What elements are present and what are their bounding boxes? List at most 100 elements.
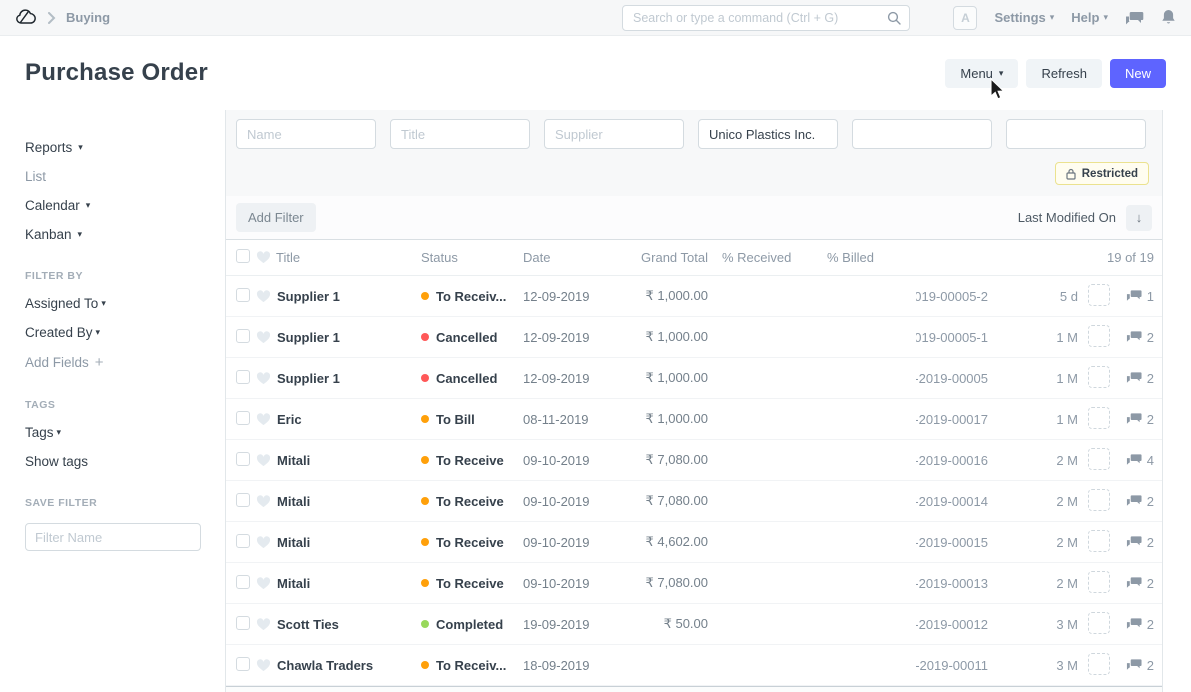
sidebar-item-kanban[interactable]: Kanban▾ [25, 227, 211, 242]
menu-button[interactable]: Menu▾ [945, 59, 1018, 88]
global-search[interactable] [622, 5, 910, 31]
column-title[interactable]: Title [276, 250, 421, 265]
row-comments[interactable]: 2 [1111, 576, 1154, 591]
sidebar-item-tags[interactable]: Tags▾ [25, 425, 211, 440]
row-comments[interactable]: 4 [1111, 453, 1154, 468]
row-title[interactable]: Chawla Traders [276, 658, 421, 673]
row-checkbox[interactable] [236, 411, 250, 425]
row-checkbox[interactable] [236, 452, 250, 466]
refresh-button[interactable]: Refresh [1026, 59, 1102, 88]
row-comments[interactable]: 2 [1111, 658, 1154, 673]
row-checkbox[interactable] [236, 657, 250, 671]
row-title[interactable]: Supplier 1 [276, 289, 421, 304]
assign-avatar-placeholder[interactable] [1088, 407, 1110, 429]
row-comments[interactable]: 1 [1111, 289, 1154, 304]
assign-avatar-placeholder[interactable] [1088, 325, 1110, 347]
list-row[interactable]: Mitali To Receive 09-10-2019 ₹ 7,080.00 … [226, 563, 1162, 604]
notifications-bell-icon[interactable] [1161, 9, 1176, 26]
row-checkbox[interactable] [236, 288, 250, 302]
row-checkbox[interactable] [236, 575, 250, 589]
row-title[interactable]: Eric [276, 412, 421, 427]
like-heart-icon[interactable] [256, 454, 276, 467]
filter-input-5[interactable] [1006, 119, 1146, 149]
row-checkbox[interactable] [236, 534, 250, 548]
like-heart-icon[interactable] [256, 290, 276, 303]
column-billed[interactable]: % Billed [813, 250, 916, 265]
chat-icon[interactable] [1125, 10, 1144, 26]
help-menu[interactable]: Help▾ [1071, 10, 1108, 25]
list-row[interactable]: Mitali To Receive 09-10-2019 ₹ 7,080.00 … [226, 440, 1162, 481]
assign-avatar-placeholder[interactable] [1088, 530, 1110, 552]
row-title[interactable]: Scott Ties [276, 617, 421, 632]
add-filter-button[interactable]: Add Filter [236, 203, 316, 232]
sidebar-item-assigned-to[interactable]: Assigned To▾ [25, 296, 211, 311]
assign-avatar-placeholder[interactable] [1088, 571, 1110, 593]
list-row[interactable]: Supplier 1 Cancelled 12-09-2019 ₹ 1,000.… [226, 317, 1162, 358]
like-heart-icon[interactable] [256, 413, 276, 426]
list-row[interactable]: Supplier 1 To Receiv... 12-09-2019 ₹ 1,0… [226, 276, 1162, 317]
avatar[interactable]: A [953, 6, 977, 30]
assign-avatar-placeholder[interactable] [1088, 366, 1110, 388]
sidebar-item-calendar[interactable]: Calendar▾ [25, 198, 211, 213]
like-heart-icon[interactable] [256, 372, 276, 385]
row-checkbox[interactable] [236, 370, 250, 384]
row-checkbox[interactable] [236, 329, 250, 343]
row-title[interactable]: Mitali [276, 453, 421, 468]
assign-avatar-placeholder[interactable] [1088, 489, 1110, 511]
row-comments[interactable]: 2 [1111, 371, 1154, 386]
filter-input-0[interactable] [236, 119, 376, 149]
column-status[interactable]: Status [421, 250, 523, 265]
row-title[interactable]: Mitali [276, 494, 421, 509]
row-title[interactable]: Mitali [276, 535, 421, 550]
show-tags-button[interactable]: Show tags [25, 454, 211, 469]
like-heart-icon[interactable] [256, 618, 276, 631]
filter-input-4[interactable] [852, 119, 992, 149]
like-heart-icon[interactable] [256, 331, 276, 344]
filter-input-1[interactable] [390, 119, 530, 149]
row-checkbox[interactable] [236, 493, 250, 507]
add-fields-button[interactable]: Add Fields+ [25, 354, 211, 371]
list-row[interactable]: Chawla Traders To Receiv... 18-09-2019 R… [226, 645, 1162, 686]
row-title[interactable]: Supplier 1 [276, 371, 421, 386]
global-search-input[interactable] [631, 10, 887, 26]
assign-avatar-placeholder[interactable] [1088, 448, 1110, 470]
row-comments[interactable]: 2 [1111, 535, 1154, 550]
select-all-checkbox[interactable] [236, 249, 250, 263]
like-heart-icon[interactable] [256, 577, 276, 590]
like-heart-icon[interactable] [256, 495, 276, 508]
row-title[interactable]: Mitali [276, 576, 421, 591]
sidebar-item-created-by[interactable]: Created By▾ [25, 325, 211, 340]
assign-avatar-placeholder[interactable] [1088, 284, 1110, 306]
row-title[interactable]: Supplier 1 [276, 330, 421, 345]
sort-field-selector[interactable]: Last Modified On [1018, 210, 1116, 225]
assign-avatar-placeholder[interactable] [1088, 653, 1110, 675]
new-button[interactable]: New [1110, 59, 1166, 88]
row-comments[interactable]: 2 [1111, 412, 1154, 427]
like-heart-icon[interactable] [256, 536, 276, 549]
row-comments[interactable]: 2 [1111, 330, 1154, 345]
column-date[interactable]: Date [523, 250, 618, 265]
row-comments[interactable]: 2 [1111, 494, 1154, 509]
settings-menu[interactable]: Settings▾ [994, 10, 1054, 25]
filter-input-3[interactable] [698, 119, 838, 149]
list-row[interactable]: Scott Ties Completed 19-09-2019 ₹ 50.00 … [226, 604, 1162, 645]
liked-filter-heart-icon[interactable] [256, 251, 276, 264]
list-row[interactable]: Eric To Bill 08-11-2019 ₹ 1,000.00 -ORD-… [226, 399, 1162, 440]
app-logo-icon[interactable] [15, 8, 37, 27]
row-comments[interactable]: 2 [1111, 617, 1154, 632]
sidebar-item-reports[interactable]: Reports▾ [25, 140, 211, 155]
list-row[interactable]: Supplier 1 Cancelled 12-09-2019 ₹ 1,000.… [226, 358, 1162, 399]
column-received[interactable]: % Received [708, 250, 813, 265]
filter-input-2[interactable] [544, 119, 684, 149]
list-row[interactable]: Mitali To Receive 09-10-2019 ₹ 7,080.00 … [226, 481, 1162, 522]
like-heart-icon[interactable] [256, 659, 276, 672]
row-checkbox[interactable] [236, 616, 250, 630]
sort-direction-button[interactable]: ↓ [1126, 205, 1152, 231]
filter-name-input[interactable] [25, 523, 201, 551]
column-grand-total[interactable]: Grand Total [618, 250, 708, 265]
assign-avatar-placeholder[interactable] [1088, 612, 1110, 634]
list-row[interactable]: Mitali To Receive 09-10-2019 ₹ 4,602.00 … [226, 522, 1162, 563]
restricted-badge[interactable]: Restricted [1055, 162, 1149, 185]
sidebar-item-list[interactable]: List [25, 169, 211, 184]
breadcrumb[interactable]: Buying [66, 10, 110, 25]
